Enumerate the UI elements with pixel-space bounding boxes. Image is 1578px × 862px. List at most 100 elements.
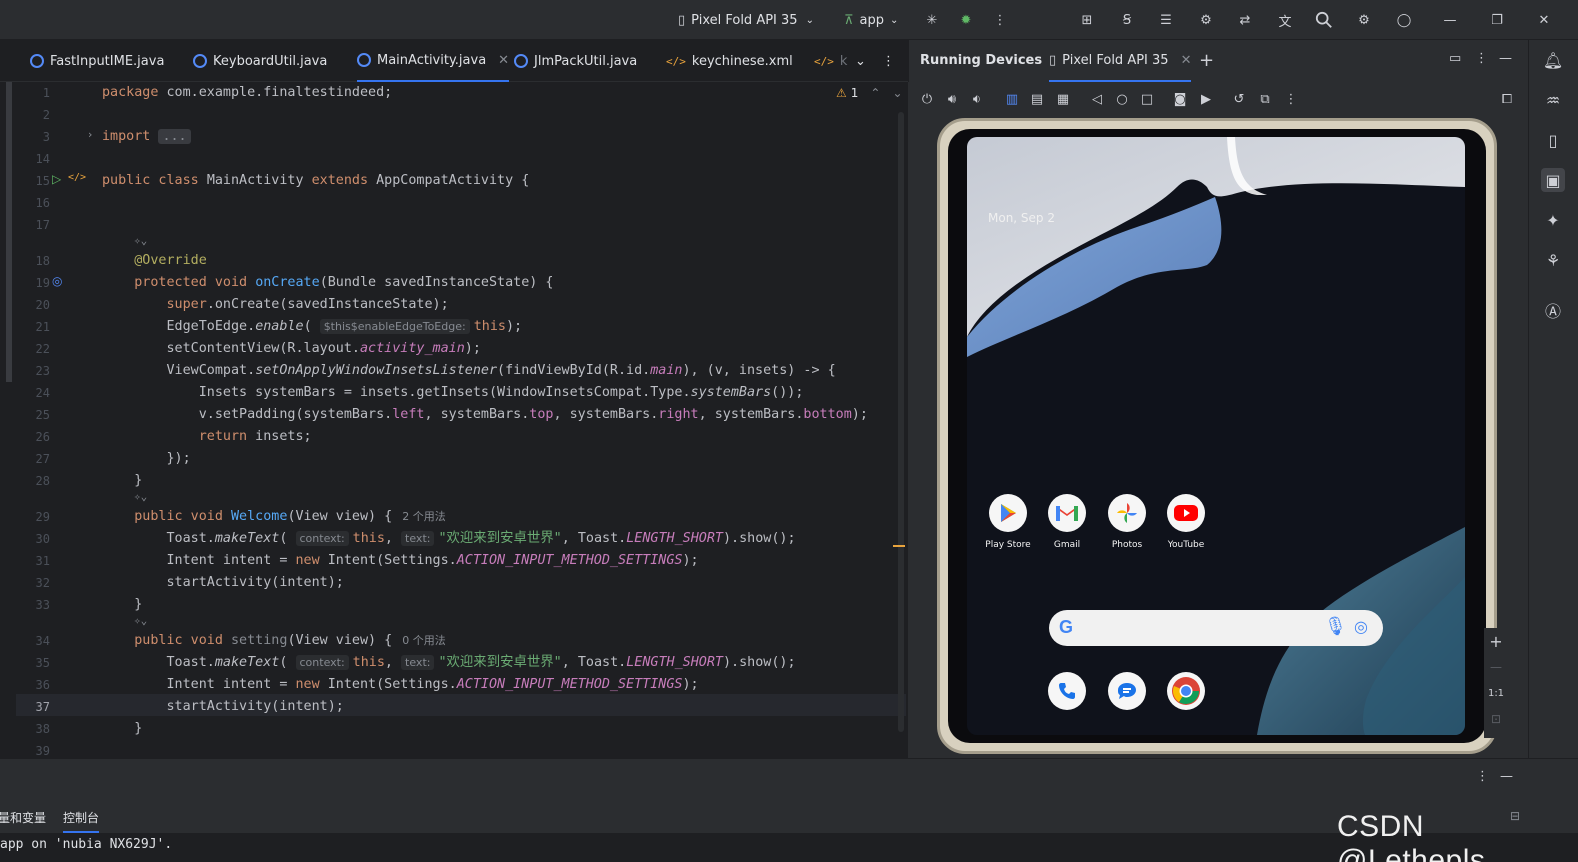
gradle-icon[interactable]: ♒ — [1541, 88, 1565, 112]
device-selector-label: Pixel Fold API 35 — [691, 12, 798, 28]
list-icon[interactable]: ☰ — [1154, 8, 1178, 32]
tab-label: k — [839, 53, 848, 69]
code-line: startActivity(intent); — [102, 575, 344, 590]
tab-console[interactable]: 控制台 — [63, 809, 100, 833]
run-config-selector[interactable]: ⊼ app ⌄ — [844, 0, 898, 40]
tab-list-dropdown[interactable]: ⌄ — [855, 40, 866, 82]
device-manager-icon[interactable]: ⊞ — [1075, 8, 1099, 32]
tab-label: JlmPackUtil.java — [534, 53, 638, 69]
more-icon[interactable]: ⋮ — [1476, 769, 1489, 784]
chevron-down-icon[interactable]: ⌄ — [892, 86, 902, 100]
tab-label: FastInputIME.java — [50, 53, 165, 69]
zoom-in-icon[interactable]: + — [1484, 628, 1508, 654]
more-icon[interactable]: ⋮ — [1475, 51, 1488, 66]
search-icon[interactable] — [1312, 8, 1336, 32]
close-tab-icon[interactable]: ✕ — [498, 53, 509, 68]
zoom-fit-icon[interactable]: ⊡ — [1484, 706, 1508, 732]
close-icon[interactable]: ✕ — [1532, 8, 1556, 32]
gemini-icon[interactable]: ✦ — [1541, 208, 1565, 232]
override-gutter-icon[interactable]: ◎ — [52, 274, 62, 288]
overview-icon[interactable]: □ — [1138, 90, 1156, 108]
microphone-icon[interactable]: 🎙︎ — [1324, 616, 1347, 637]
ai-hint-icon[interactable]: ✧⌄ — [134, 230, 147, 252]
run-gutter-icon[interactable]: ▷ — [52, 172, 61, 186]
chevron-up-icon[interactable]: ⌃ — [870, 86, 880, 100]
warnings-indicator[interactable]: ⚠ 1 ⌃ ⌄ — [836, 86, 903, 100]
more-icon[interactable]: ⋮ — [988, 8, 1012, 32]
restore-icon[interactable]: ❐ — [1485, 8, 1509, 32]
home-icon[interactable]: ○ — [1113, 90, 1131, 108]
tab-keyboardutil[interactable]: KeyboardUtil.java — [193, 40, 327, 82]
running-devices-icon[interactable]: ▣ — [1541, 168, 1565, 192]
phone-app-icon[interactable] — [1048, 672, 1086, 710]
tab-variables[interactable]: 量和变量 — [0, 809, 46, 826]
youtube-icon[interactable] — [1167, 494, 1205, 532]
back-icon[interactable]: ◁ — [1088, 90, 1106, 108]
fold-expand-icon[interactable]: › — [88, 128, 92, 141]
volume-down-icon[interactable]: 🔉︎ — [968, 90, 986, 108]
play-store-icon[interactable] — [989, 494, 1027, 532]
snapshot-icon[interactable]: ⧉ — [1256, 90, 1274, 108]
add-device-icon[interactable]: + — [1199, 50, 1214, 71]
structure-icon[interactable]: Ⓐ — [1541, 298, 1565, 322]
line-number: 15 — [35, 174, 50, 188]
zoom-out-icon[interactable]: — — [1484, 654, 1508, 680]
ai-hint-icon[interactable]: ✧⌄ — [134, 610, 147, 632]
lens-icon[interactable]: ◎ — [1354, 617, 1368, 636]
power-icon[interactable]: ⏻ — [918, 90, 936, 108]
layout-icon[interactable]: ▭ — [1449, 51, 1461, 66]
close-tab-icon[interactable]: ✕ — [1181, 53, 1192, 68]
editor-scrollbar[interactable] — [898, 112, 904, 732]
account-icon[interactable]: ◯ — [1392, 8, 1416, 32]
loading-icon[interactable]: ✳ — [920, 8, 944, 32]
screenshot-icon[interactable]: ◙ — [1171, 90, 1189, 108]
ai-assistant-icon[interactable]: ⚘ — [1541, 248, 1565, 272]
tab-label: KeyboardUtil.java — [213, 53, 328, 69]
folded-imports[interactable]: ... — [158, 129, 191, 144]
tab-jlmpackutil[interactable]: JlmPackUtil.java — [514, 40, 637, 82]
fold-icon[interactable]: ▥ — [1003, 90, 1021, 108]
volume-up-icon[interactable]: 🔊︎ — [943, 90, 961, 108]
photos-icon[interactable] — [1108, 494, 1146, 532]
messages-icon[interactable] — [1108, 672, 1146, 710]
ai-hint-icon[interactable]: ✧⌄ — [134, 486, 147, 508]
code-editor[interactable]: 1 2 3 14 15 16 17 18 19 20 21 22 23 24 2… — [0, 82, 908, 758]
mirror-icon[interactable]: ⧠ — [1498, 90, 1516, 108]
bug-icon[interactable]: ⚙ — [1194, 8, 1218, 32]
zoom-actual-button[interactable]: 1:1 — [1484, 680, 1508, 706]
sync-icon[interactable]: ⇄ — [1233, 8, 1257, 32]
notifications-icon[interactable]: 🔔︎ — [1541, 48, 1565, 72]
line-number: 27 — [35, 452, 50, 466]
translate-icon[interactable]: Ꞩ — [1115, 8, 1139, 32]
record-icon[interactable]: ▶ — [1197, 90, 1215, 108]
xml-layout-icon[interactable]: </> — [68, 172, 86, 183]
minimize-panel-icon[interactable]: — — [1500, 769, 1513, 784]
rotate-right-icon[interactable]: ▦ — [1054, 90, 1072, 108]
error-stripe-marker[interactable] — [893, 545, 905, 547]
line-number: 16 — [35, 196, 50, 210]
device-manager-icon[interactable]: ▯ — [1541, 128, 1565, 152]
more-icon[interactable]: ⋮ — [1282, 90, 1300, 108]
minimize-panel-icon[interactable]: — — [1499, 51, 1512, 66]
rotate-left-icon[interactable]: ▤ — [1028, 90, 1046, 108]
code-line: } — [102, 721, 143, 736]
tab-overflow[interactable]: </> k — [814, 40, 847, 82]
minimize-icon[interactable]: — — [1438, 8, 1462, 32]
tab-keychinese[interactable]: </> keychinese.xml — [666, 40, 793, 82]
google-search-bar[interactable]: G 🎙︎ ◎ — [1049, 610, 1383, 646]
line-number: 24 — [35, 386, 50, 400]
debug-icon[interactable]: ✹ — [954, 8, 978, 32]
reset-icon[interactable]: ↺ — [1230, 90, 1248, 108]
line-number: 22 — [35, 342, 50, 356]
tab-device[interactable]: ▯ Pixel Fold API 35 ✕ — [1049, 40, 1192, 82]
device-selector[interactable]: ▯ Pixel Fold API 35 ⌄ — [678, 0, 814, 40]
line-number: 21 — [35, 320, 50, 334]
language-icon[interactable]: 文 — [1273, 8, 1297, 32]
line-number: 23 — [35, 364, 50, 378]
settings-icon[interactable]: ⚙ — [1352, 8, 1376, 32]
tab-mainactivity[interactable]: MainActivity.java ✕ — [357, 40, 510, 82]
tab-more-button[interactable]: ⋮ — [882, 40, 895, 82]
gmail-icon[interactable] — [1048, 494, 1086, 532]
chrome-icon[interactable] — [1167, 672, 1205, 710]
tab-fastinputime[interactable]: FastInputIME.java — [30, 40, 164, 82]
